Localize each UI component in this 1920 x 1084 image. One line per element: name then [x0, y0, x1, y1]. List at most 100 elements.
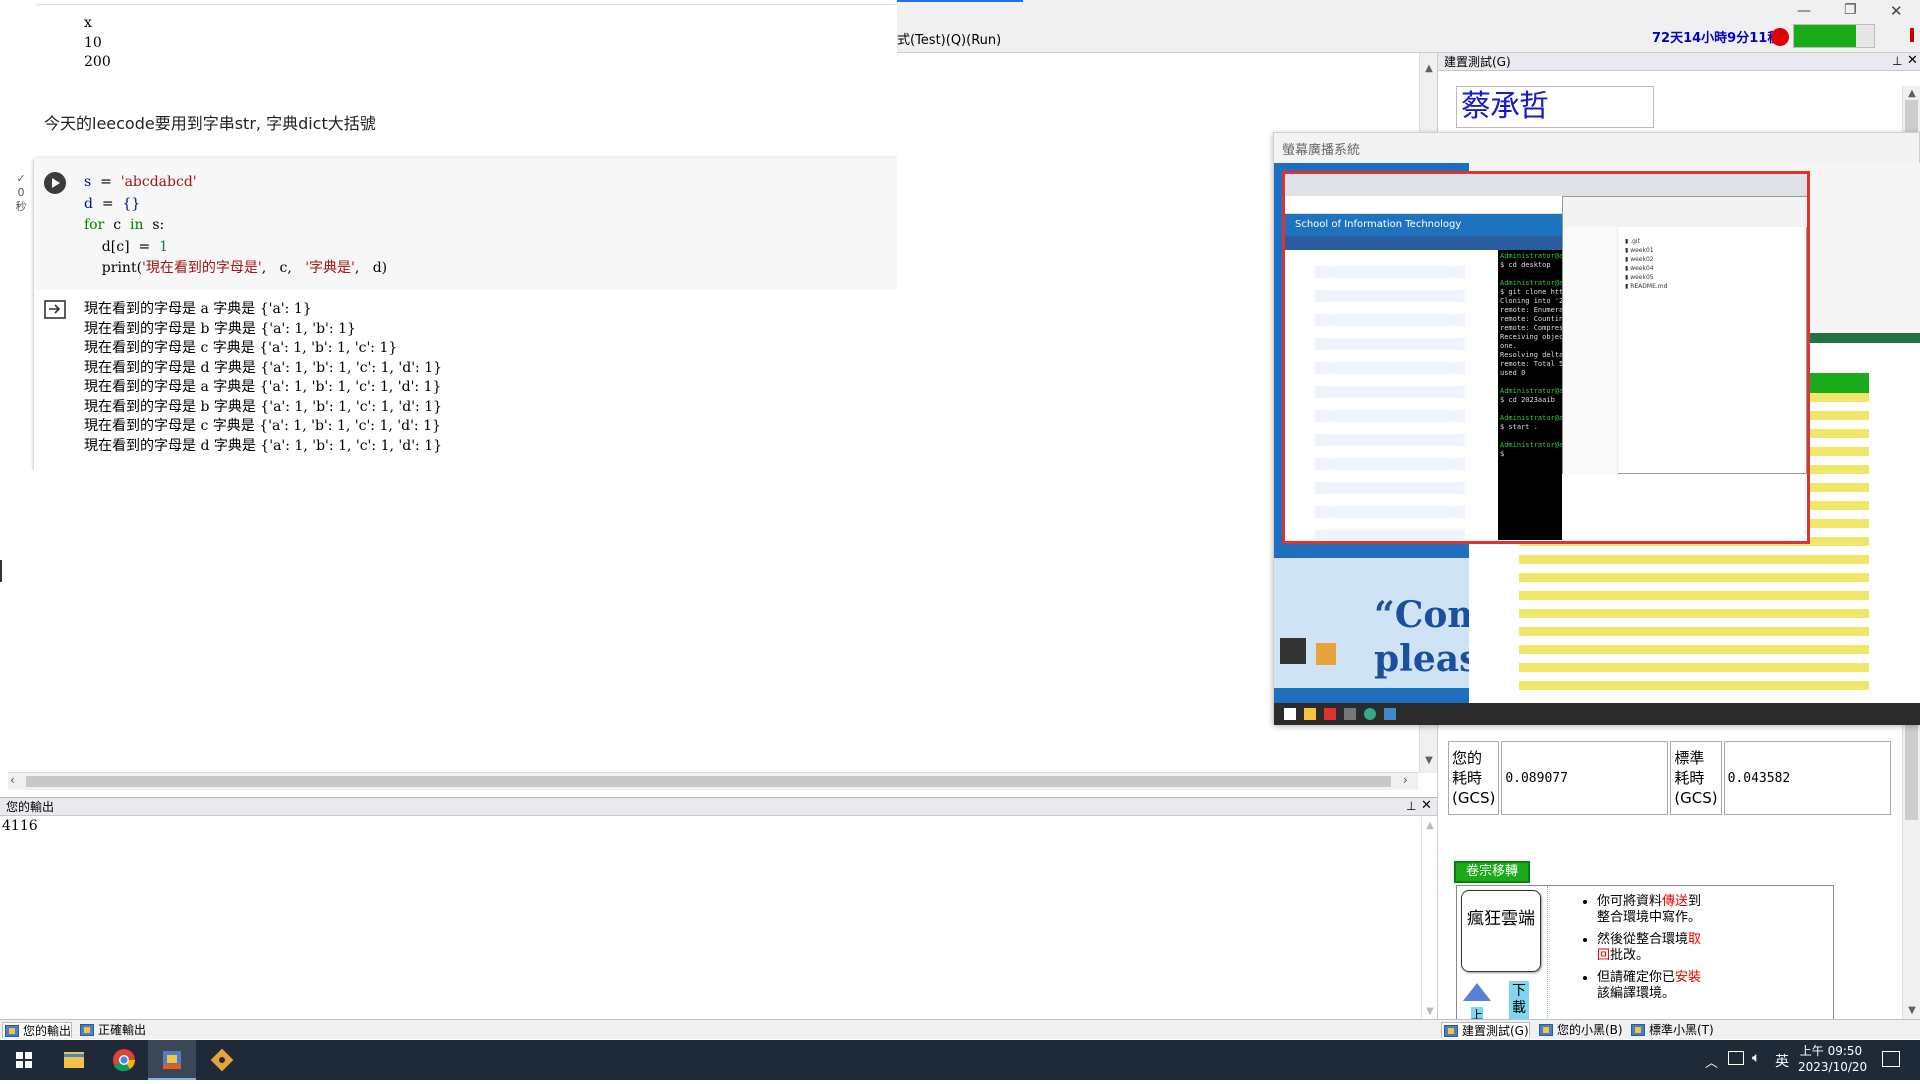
restore-icon[interactable]: ❐	[1844, 2, 1857, 18]
folder-item: ▮ week04	[1625, 265, 1654, 272]
exec-count: 0	[17, 186, 25, 199]
tab-build-test[interactable]: 建置測試(G)	[1441, 1022, 1530, 1038]
tab-your-black-label: 您的小黑(B)	[1557, 1023, 1623, 1037]
volume-icon[interactable]: 🔈︎	[1752, 1050, 1760, 1066]
output-scroll-down-icon[interactable]: ▼	[1422, 1004, 1438, 1020]
cloud-button[interactable]: 瘋狂雲端	[1461, 890, 1541, 972]
output-line: 現在看到的字母是 c 字典是 {'a': 1, 'b': 1, 'c': 1, …	[84, 418, 441, 434]
upload-button[interactable]: 上	[1459, 981, 1495, 1023]
code-line: print('現在看到的字母是', c, '字典是', d)	[84, 258, 387, 280]
output-scrollbar[interactable]: ▲ ▼	[1421, 818, 1437, 1018]
remote-app-icon	[1384, 708, 1396, 720]
migration-title[interactable]: 卷宗移轉	[1454, 861, 1530, 883]
progress-fill	[1794, 25, 1857, 47]
output-scroll-up-icon[interactable]: ▲	[1422, 818, 1438, 834]
desktop-shortcut-icon	[1280, 638, 1306, 664]
folder-item: ▮ README.md	[1625, 283, 1668, 290]
scroll-right-icon[interactable]: ›	[1403, 773, 1408, 787]
hscroll-thumb[interactable]	[26, 776, 1391, 787]
migration-note: 但請確定你已安裝該編譯環境。	[1597, 970, 1711, 1002]
clock[interactable]: 上午 09:50 2023/10/20	[1798, 1043, 1868, 1075]
pane-close-icon[interactable]: ✕	[1907, 53, 1918, 68]
tab-your-output[interactable]: 您的輸出	[2, 1022, 73, 1038]
scroll-left-icon[interactable]: ‹	[10, 773, 15, 787]
output-line: 現在看到的字母是 b 字典是 {'a': 1, 'b': 1}	[84, 320, 356, 337]
notification-icon[interactable]	[1882, 1051, 1900, 1067]
highlight-text: 安裝	[1675, 970, 1702, 985]
terminal-line: remote: Total 59	[1500, 360, 1562, 368]
left-tabbar: 您的輸出 正確輸出	[0, 1019, 1437, 1039]
pin-icon[interactable]: ⊥	[1892, 54, 1902, 68]
build-test-title: 建置測試(G)	[1438, 53, 1920, 71]
code-token: '現在看到的字母是'	[142, 260, 262, 276]
clock-date: 2023/10/20	[1798, 1060, 1868, 1074]
editor-horizontal-scrollbar[interactable]: ‹ ›	[8, 772, 1418, 790]
terminal-line: remote: Compress	[1500, 324, 1562, 332]
pause-icon[interactable]	[1910, 28, 1914, 42]
tab-your-black[interactable]: 您的小黑(B)	[1537, 1022, 1623, 1038]
terminal-line: one.	[1500, 342, 1517, 350]
terminal-line: $ git clone htt	[1500, 288, 1562, 296]
terminal-line: $ start .	[1500, 423, 1538, 431]
judge-app-icon	[163, 1051, 181, 1069]
network-icon[interactable]	[1728, 1051, 1744, 1065]
std-time-value: 0.043582	[1723, 741, 1891, 815]
migration-notes: 你可將資料傳送到整合環境中寫作。然後從整合環境取回批改。但請確定你已安裝該編譯環…	[1581, 894, 1711, 1008]
tab-icon	[80, 1024, 94, 1036]
note-text: 但請確定你已	[1597, 970, 1676, 985]
output-close-icon[interactable]: ✕	[1421, 798, 1432, 813]
apple-icon	[1771, 28, 1789, 46]
upload-arrow-icon	[1463, 983, 1491, 1001]
cell-output: 現在看到的字母是 a 字典是 {'a': 1} 現在看到的字母是 b 字典是 {'…	[84, 300, 442, 456]
migration-divider	[1547, 886, 1548, 1026]
code-token: =	[92, 195, 123, 212]
output-line: 現在看到的字母是 b 字典是 {'a': 1, 'b': 1, 'c': 1, …	[84, 398, 443, 415]
start-button[interactable]	[0, 1040, 48, 1080]
tab-std-black[interactable]: 標準小黑(T)	[1629, 1022, 1714, 1038]
migration-box: 瘋狂雲端 上 下載 你可將資料傳送到整合環境中寫作。然後從整合環境取回批改。但請…	[1456, 885, 1834, 1026]
file-explorer-button[interactable]	[50, 1040, 98, 1080]
terminal-line: Resolving deltas	[1500, 351, 1562, 359]
folder-icon	[64, 1052, 84, 1068]
code-text[interactable]: s = 'abcdabcd' d = {} for c in s: d[c] = 1…	[84, 172, 387, 280]
tab-correct-output-label: 正確輸出	[98, 1023, 147, 1037]
std-time-label: 標準耗時(GCS)	[1670, 741, 1722, 815]
judge-app-button[interactable]	[148, 1040, 196, 1080]
output-pin-icon[interactable]: ⊥	[1406, 799, 1416, 813]
close-icon[interactable]: ✕	[1890, 2, 1903, 20]
tray-chevron-icon[interactable]: ︿	[1705, 1052, 1718, 1071]
output-icon[interactable]	[44, 300, 66, 320]
app-header: 式(Test)(Q)(Run) — ❐ ✕ 72天14小時9分11秒	[897, 0, 1920, 53]
pane-scroll-down-icon[interactable]: ▼	[1904, 1003, 1920, 1019]
terminal-line: used 0	[1500, 369, 1526, 377]
terminal-line: Administrator@a	[1500, 387, 1562, 395]
explorer-toolbar	[1563, 197, 1807, 227]
tab-icon	[1444, 1025, 1458, 1037]
menu-fragment[interactable]: 式(Test)(Q)(Run)	[897, 29, 1001, 48]
remote-app-icon	[1344, 708, 1356, 720]
code-line: for c in s:	[84, 215, 387, 237]
scroll-up-icon[interactable]: ▲	[1421, 61, 1437, 77]
output-line: 現在看到的字母是 d 字典是 {'a': 1, 'b': 1, 'c': 1, …	[84, 359, 443, 376]
markdown-cell[interactable]: 今天的leecode要用到字串str, 字典dict大括號	[44, 110, 376, 134]
code-token: =	[138, 238, 151, 255]
broadcast-window[interactable]: 螢幕廣播系統 “Comp please School of Informatio…	[1273, 132, 1920, 725]
output-value[interactable]: 4116	[2, 818, 38, 834]
run-cell-button[interactable]	[44, 172, 66, 194]
browser-tabs	[1285, 174, 1807, 196]
tab-correct-output[interactable]: 正確輸出	[78, 1022, 146, 1038]
code-token: 1	[150, 238, 168, 255]
code-cell[interactable]: s = 'abcdabcd' d = {} for c in s: d[c] = 1…	[34, 158, 897, 470]
code-token: , d)	[354, 260, 388, 276]
git-button[interactable]	[198, 1040, 246, 1080]
chrome-button[interactable]	[100, 1040, 148, 1080]
output-pane: 您的輸出 ⊥ ✕ 4116 ▲ ▼	[0, 797, 1437, 1019]
scroll-down-icon[interactable]: ▼	[1421, 753, 1437, 769]
download-button[interactable]: 下載	[1509, 981, 1529, 1021]
minimize-icon[interactable]: —	[1797, 3, 1811, 19]
ime-indicator[interactable]: 英	[1775, 1051, 1789, 1071]
code-token: c	[104, 217, 130, 233]
